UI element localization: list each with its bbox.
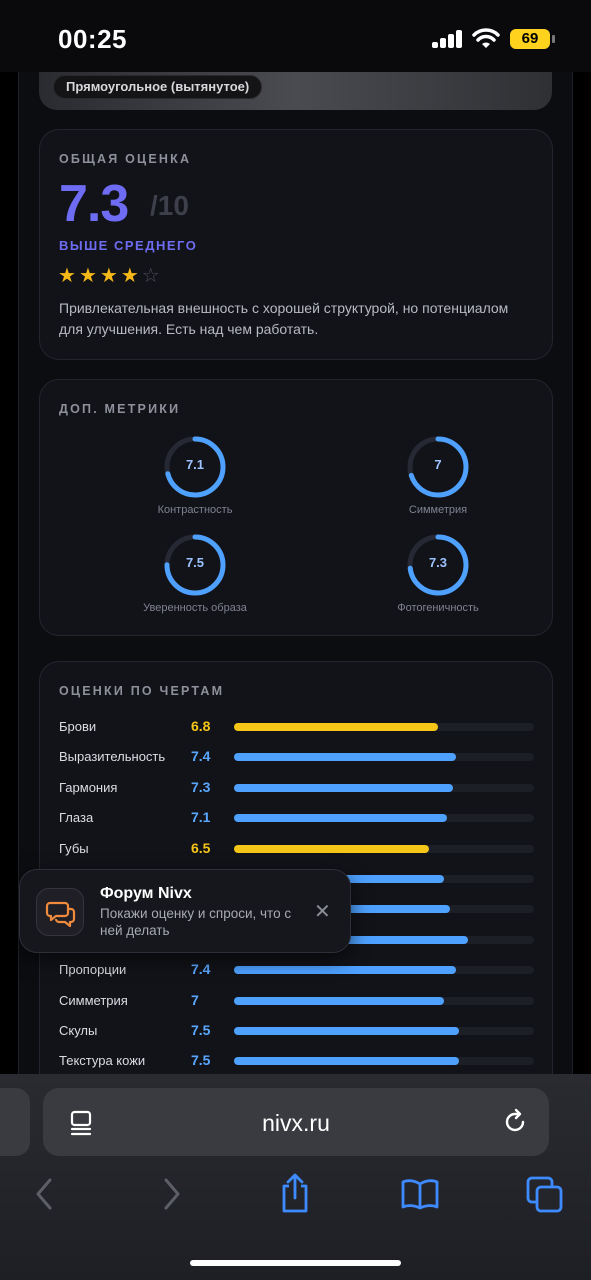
trait-label: Глаза: [59, 810, 94, 826]
trait-row: Текстура кожи 7.5: [59, 1051, 535, 1071]
close-icon[interactable]: ✕: [314, 902, 331, 922]
status-bar: 00:25 69: [0, 0, 591, 72]
star-empty-icon: ☆: [141, 265, 160, 287]
metric-label: Симметрия: [408, 504, 468, 516]
wifi-icon: [472, 28, 500, 48]
star-filled-icon: ★: [120, 265, 139, 287]
metric-label: Фотогеничность: [397, 602, 479, 614]
cellular-signal-icon: [432, 30, 464, 48]
trait-row: Гармония 7.3: [59, 778, 535, 798]
trait-value: 7: [191, 991, 199, 1008]
star-filled-icon: ★: [99, 265, 118, 287]
back-icon[interactable]: [32, 1176, 56, 1212]
metric-value: 7.1: [185, 457, 205, 472]
trait-label: Скулы: [59, 1023, 98, 1038]
toast-title: Форум Nivx: [100, 885, 192, 902]
browser-toolbar: nivx.ru: [0, 1074, 591, 1280]
tabs-icon[interactable]: [526, 1176, 564, 1214]
forum-toast[interactable]: Форум Nivx Покажи оценку и спроси, что с…: [19, 869, 351, 953]
card-title: ОЦЕНКИ ПО ЧЕРТАМ: [59, 684, 225, 698]
status-time: 00:25: [58, 24, 127, 54]
chat-bubbles-icon: [36, 888, 84, 936]
score-max: /10: [150, 190, 189, 221]
trait-bar-track: [234, 996, 534, 1005]
bookmarks-icon[interactable]: [400, 1178, 440, 1210]
star-filled-icon: ★: [78, 265, 97, 287]
trait-row: Скулы 7.5: [59, 1021, 535, 1041]
trait-row: Симметрия 7: [59, 991, 535, 1011]
share-icon[interactable]: [278, 1172, 312, 1214]
star-rating: ★ ★ ★ ★ ☆: [58, 266, 160, 286]
card-title: ДОП. МЕТРИКИ: [59, 402, 181, 416]
metric-gauge: 7.5 Уверенность образа: [115, 532, 275, 614]
card-title: ОБЩАЯ ОЦЕНКА: [59, 152, 192, 166]
trait-row: Губы 6.5: [59, 839, 535, 859]
metric-gauge: 7.3 Фотогеничность: [358, 532, 518, 614]
trait-bar-track: [234, 966, 534, 975]
star-filled-icon: ★: [58, 265, 76, 287]
face-shape-banner: Прямоугольное (вытянутое): [39, 72, 552, 110]
trait-value: 7.4: [191, 961, 211, 978]
trait-label: Гармония: [59, 779, 118, 795]
trait-bar-fill: [234, 966, 456, 975]
trait-value: 7.5: [191, 1022, 211, 1038]
trait-row: Брови 6.8: [59, 717, 535, 737]
forward-icon[interactable]: [160, 1176, 184, 1212]
trait-value: 7.4: [191, 748, 211, 765]
toast-message: Покажи оценку и спроси, что с ней делать: [100, 906, 292, 938]
trait-bar-fill: [234, 1057, 459, 1066]
trait-value: 6.8: [191, 718, 211, 734]
reload-icon[interactable]: [501, 1108, 529, 1136]
metric-value: 7: [434, 457, 442, 472]
trait-row: Выразительность 7.4: [59, 747, 535, 767]
trait-bar-track: [234, 1057, 534, 1066]
trait-value: 7.5: [191, 1052, 211, 1069]
metric-label: Контрастность: [157, 504, 233, 516]
trait-bar-fill: [234, 783, 453, 792]
trait-bar-fill: [234, 1027, 459, 1035]
trait-bar-track: [234, 783, 534, 792]
score-verdict: ВЫШЕ СРЕДНЕГО: [59, 238, 198, 253]
trait-label: Выразительность: [59, 749, 166, 765]
trait-row: Пропорции 7.4: [59, 960, 535, 980]
extra-metrics-card: ДОП. МЕТРИКИ 7.1 Контрастность 7 Симметрия 7…: [39, 379, 553, 636]
face-shape-chip: Прямоугольное (вытянутое): [53, 75, 263, 99]
trait-label: Пропорции: [59, 962, 127, 978]
metric-value: 7.3: [428, 555, 448, 570]
overall-score: 7.3: [59, 175, 129, 233]
previous-tab-preview[interactable]: [0, 1088, 30, 1156]
trait-bar-fill: [234, 753, 456, 762]
trait-bar-track: [234, 1027, 534, 1035]
overall-score-card: ОБЩАЯ ОЦЕНКА 7.3 /10 ВЫШЕ СРЕДНЕГО ★ ★ ★ ★ ☆…: [39, 129, 553, 360]
trait-bar-track: [234, 814, 534, 823]
battery-indicator: 69: [510, 29, 555, 49]
trait-value: 7.3: [191, 778, 211, 795]
url-text: nivx.ru: [262, 1110, 330, 1136]
trait-bar-track: [234, 753, 534, 762]
trait-row: Глаза 7.1: [59, 808, 535, 828]
trait-value: 7.1: [191, 809, 211, 826]
metric-gauge: 7 Симметрия: [358, 434, 518, 516]
address-bar[interactable]: nivx.ru: [43, 1088, 549, 1156]
trait-label: Симметрия: [59, 992, 128, 1008]
metric-label: Уверенность образа: [143, 602, 247, 614]
trait-label: Брови: [59, 719, 97, 734]
trait-label: Губы: [59, 840, 89, 856]
trait-bar-fill: [234, 723, 438, 731]
trait-bar-track: [234, 723, 534, 731]
metric-gauge: 7.1 Контрастность: [115, 434, 275, 516]
trait-bar-fill: [234, 996, 444, 1005]
metric-value: 7.5: [185, 555, 205, 570]
score-description: Привлекательная внешность с хорошей стру…: [59, 300, 509, 337]
trait-bar-fill: [234, 814, 447, 823]
home-indicator: [190, 1260, 401, 1266]
trait-label: Текстура кожи: [59, 1053, 146, 1069]
trait-value: 6.5: [191, 839, 211, 856]
trait-bar-fill: [234, 844, 429, 853]
trait-bar-track: [234, 844, 534, 853]
